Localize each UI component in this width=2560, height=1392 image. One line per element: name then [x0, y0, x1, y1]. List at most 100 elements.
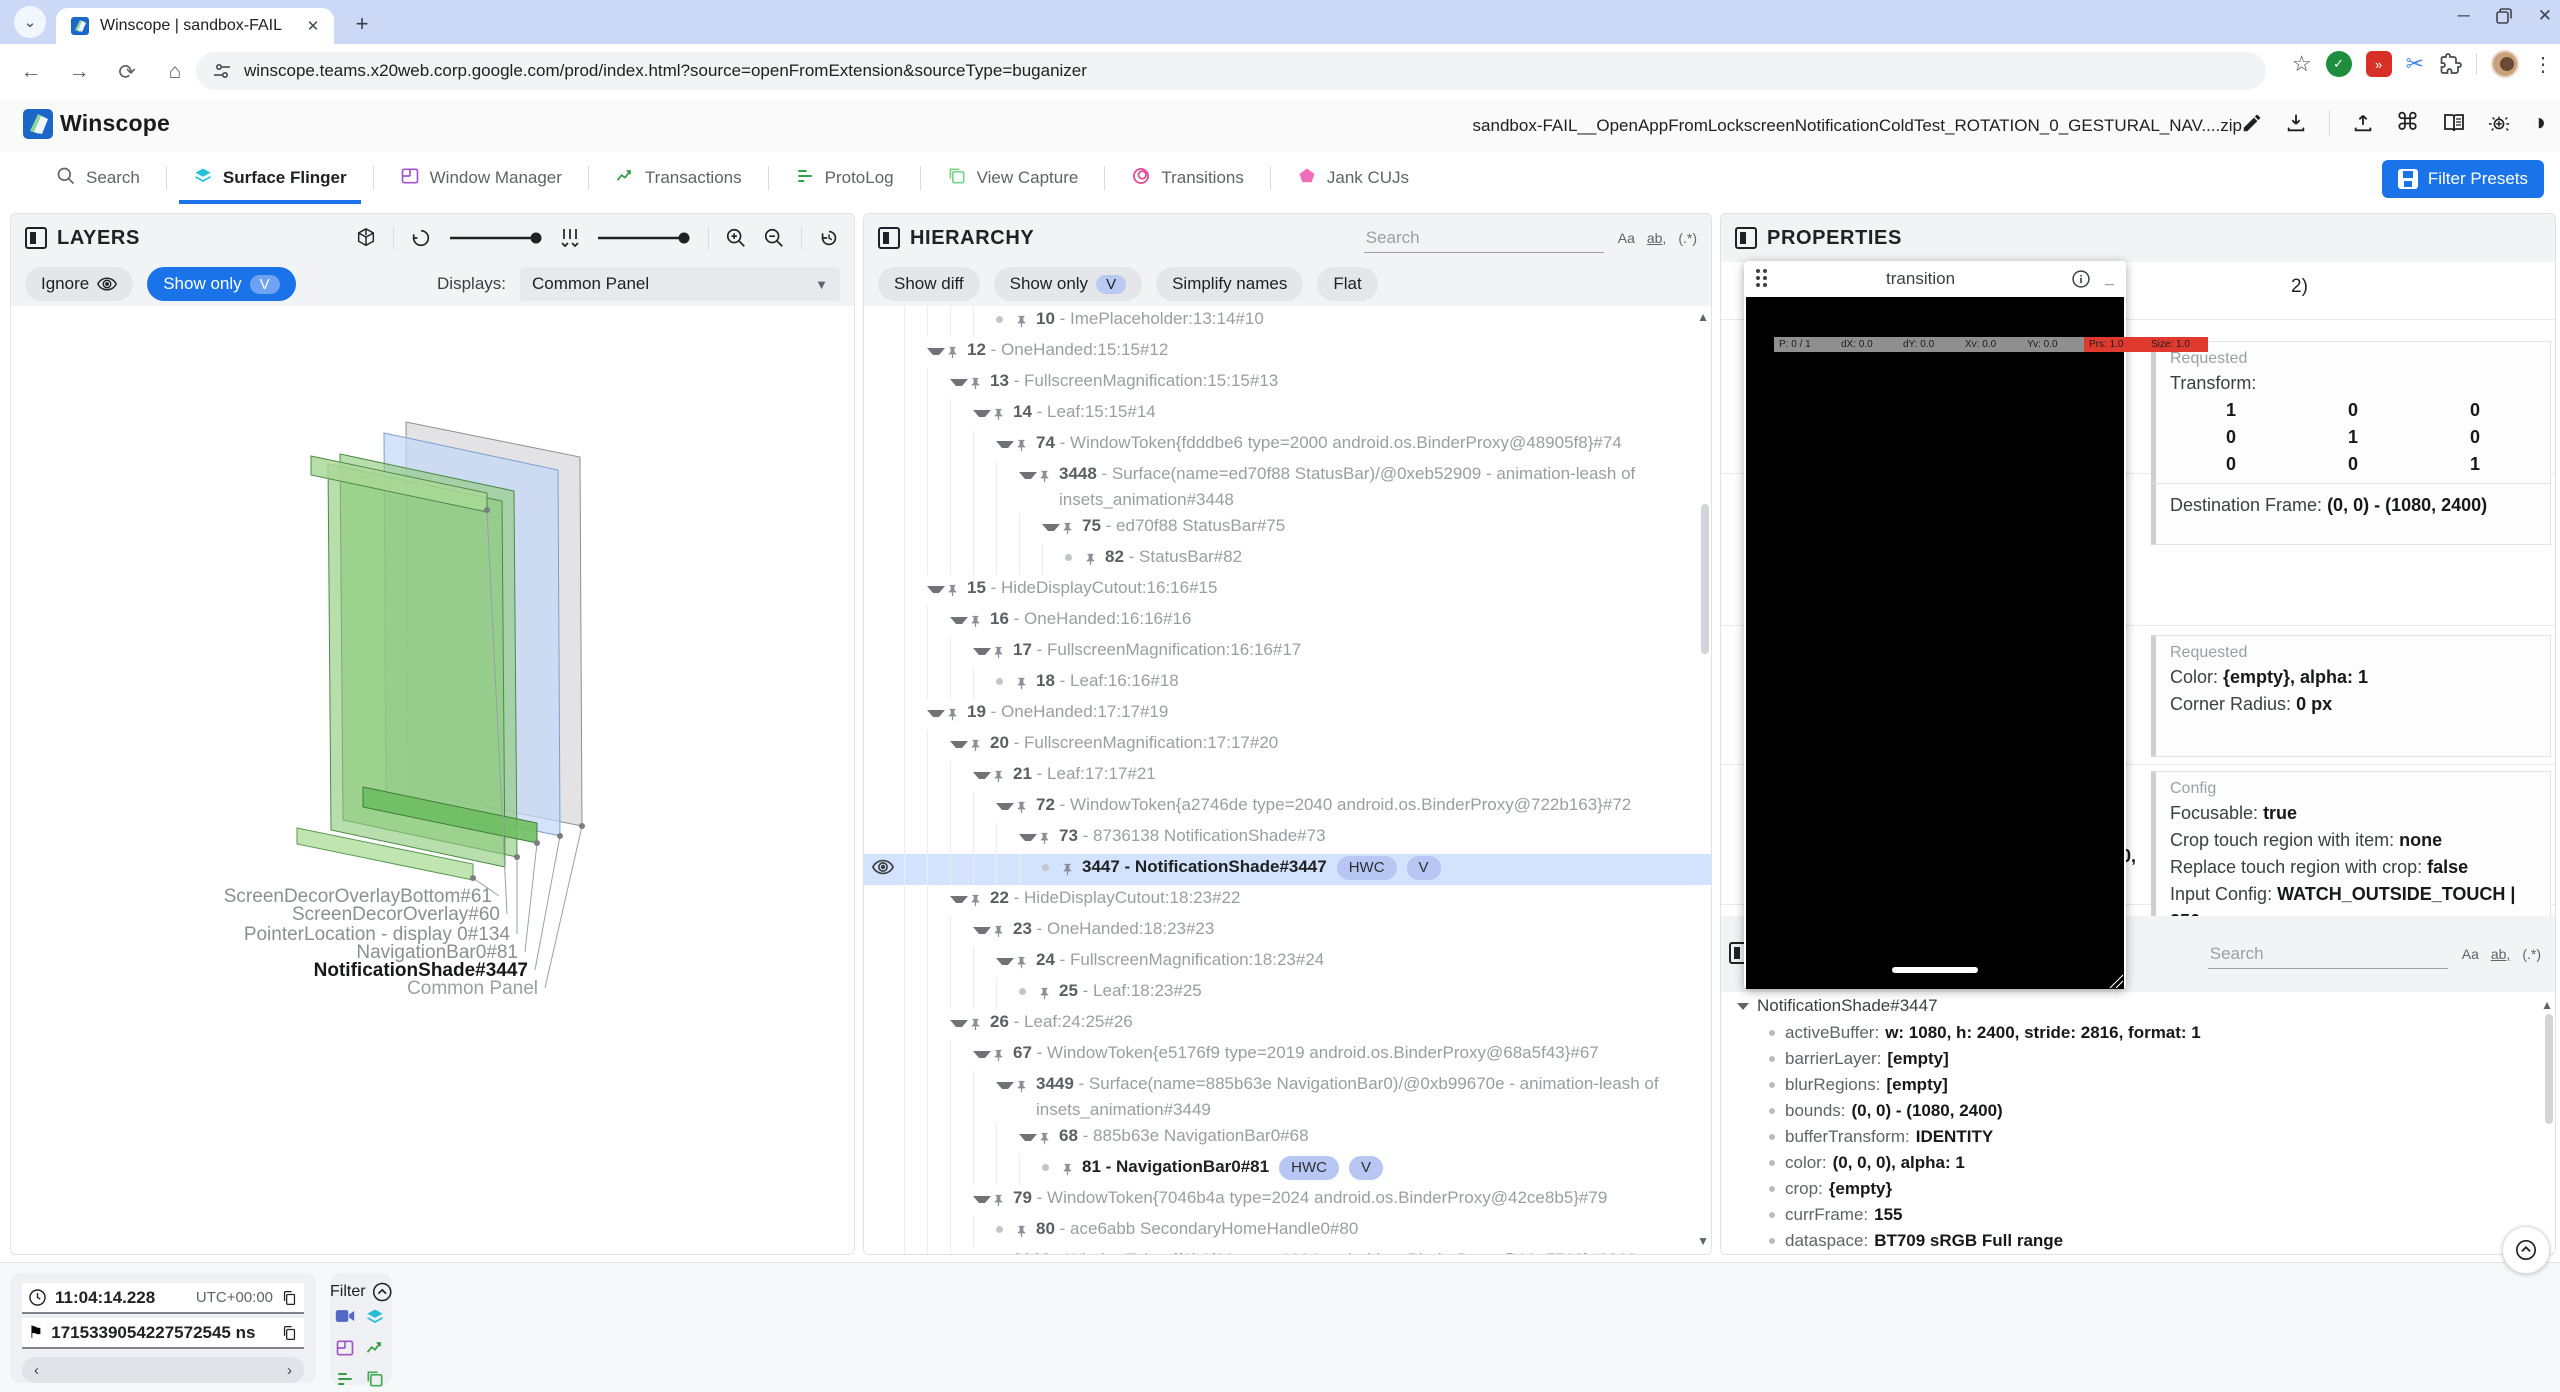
tree-row[interactable]: 3447 - NotificationShade#3447HWCV	[864, 854, 1711, 885]
expand-arrow-icon[interactable]	[973, 648, 991, 655]
tab-search[interactable]: Search	[30, 152, 166, 204]
reload-icon[interactable]: ⟳	[110, 55, 144, 89]
tree-row[interactable]: 81 - NavigationBar0#81HWCV	[864, 1154, 1711, 1185]
match-word-icon[interactable]: ab,	[2491, 946, 2510, 962]
window-close-icon[interactable]: ✕	[2538, 6, 2552, 26]
next-frame-icon[interactable]: ›	[287, 1362, 292, 1379]
profile-avatar[interactable]	[2491, 50, 2519, 78]
current-time[interactable]: 11:04:14.228	[55, 1288, 155, 1308]
pin-icon[interactable]	[968, 890, 990, 916]
pin-icon[interactable]	[991, 1190, 1013, 1216]
pin-icon[interactable]	[1014, 673, 1036, 699]
tree-row[interactable]: 19 - OneHanded:17:17#19	[864, 699, 1711, 730]
property-row[interactable]: blurRegions:[empty]	[1721, 1072, 2555, 1098]
property-row[interactable]: color:(0, 0, 0), alpha: 1	[1721, 1150, 2555, 1176]
show-only-visible-button[interactable]: Show only V	[147, 267, 295, 301]
edit-icon[interactable]	[2241, 112, 2263, 134]
flat-button[interactable]: Flat	[1317, 267, 1377, 301]
minimize-overlay-icon[interactable]: _	[2105, 270, 2114, 288]
expand-arrow-icon[interactable]	[950, 1020, 968, 1027]
tree-row[interactable]: 74 - WindowToken{fdddbe6 type=2000 andro…	[864, 430, 1711, 461]
copy-ns-icon[interactable]	[281, 1324, 298, 1342]
expand-arrow-icon[interactable]	[927, 710, 945, 717]
pin-icon[interactable]	[968, 373, 990, 399]
expand-arrow-icon[interactable]	[1019, 834, 1037, 841]
extension-check-icon[interactable]: ✓	[2326, 51, 2352, 77]
tab-transactions[interactable]: Transactions	[589, 152, 768, 204]
property-row[interactable]: currFrame:155	[1721, 1202, 2555, 1228]
reset-view-icon[interactable]	[818, 227, 840, 249]
pin-icon[interactable]	[968, 611, 990, 637]
browser-tab[interactable]: Winscope | sandbox-FAIL ✕	[56, 8, 334, 44]
pin-icon[interactable]	[945, 342, 967, 368]
tree-row[interactable]: 14 - Leaf:15:15#14	[864, 399, 1711, 430]
pin-icon[interactable]	[1060, 859, 1082, 885]
tree-row[interactable]: 16 - OneHanded:16:16#16	[864, 606, 1711, 637]
pin-icon[interactable]	[991, 642, 1013, 668]
expand-arrow-icon[interactable]	[1019, 1134, 1037, 1141]
expand-arrow-icon[interactable]	[950, 896, 968, 903]
pin-icon[interactable]	[1037, 983, 1059, 1009]
window-restore-icon[interactable]	[2496, 8, 2512, 24]
tree-row[interactable]: 18 - Leaf:16:16#18	[864, 668, 1711, 699]
bookmark-star-icon[interactable]: ☆	[2292, 51, 2312, 77]
filter-trace-copy-icon[interactable]	[365, 1369, 387, 1392]
tree-row[interactable]: 3368 - WindowToken{f6b2f60 type=2024 and…	[864, 1247, 1711, 1254]
drag-handle-icon[interactable]	[1756, 269, 1770, 289]
spacing-slider-icon[interactable]	[560, 227, 580, 249]
url-bar[interactable]: winscope.teams.x20web.corp.google.com/pr…	[196, 52, 2266, 90]
ignore-button[interactable]: Ignore	[25, 267, 133, 301]
pin-icon[interactable]	[1014, 311, 1036, 337]
filter-trace-list-icon[interactable]	[335, 1369, 357, 1392]
tree-row[interactable]: 73 - 8736138 NotificationShade#73	[864, 823, 1711, 854]
pin-icon[interactable]	[991, 921, 1013, 947]
tree-row[interactable]: 17 - FullscreenMagnification:16:16#17	[864, 637, 1711, 668]
scroll-down-icon[interactable]: ▼	[1697, 1234, 1709, 1248]
extensions-puzzle-icon[interactable]	[2438, 52, 2462, 76]
expand-arrow-icon[interactable]	[950, 379, 968, 386]
expand-arrow-icon[interactable]	[973, 1051, 991, 1058]
pin-icon[interactable]	[945, 704, 967, 730]
collapse-properties-icon[interactable]	[1735, 227, 1757, 249]
show-diff-button[interactable]: Show diff	[878, 267, 980, 301]
rotation-slider[interactable]	[448, 227, 544, 249]
tree-row[interactable]: 25 - Leaf:18:23#25	[864, 978, 1711, 1009]
match-word-icon[interactable]: ab,	[1647, 230, 1666, 246]
expand-arrow-icon[interactable]	[927, 348, 945, 355]
filter-trace-window-icon[interactable]	[335, 1338, 357, 1363]
props-scroll-up-icon[interactable]: ▲	[2541, 998, 2553, 1012]
shortcuts-icon[interactable]: ⌘	[2396, 108, 2420, 137]
expand-arrow-icon[interactable]	[973, 772, 991, 779]
tab-view-capture[interactable]: View Capture	[921, 152, 1105, 204]
tab-surface-flinger[interactable]: Surface Flinger	[167, 152, 373, 204]
zoom-in-icon[interactable]	[725, 227, 747, 249]
filter-trace-layers-icon[interactable]	[365, 1307, 387, 1332]
tree-row[interactable]: 23 - OneHanded:18:23#23	[864, 916, 1711, 947]
info-icon[interactable]	[2071, 269, 2091, 289]
spacing-slider[interactable]	[596, 227, 692, 249]
property-row[interactable]: activeBuffer:w: 1080, h: 2400, stride: 2…	[1721, 1020, 2555, 1046]
pin-icon[interactable]	[1037, 828, 1059, 854]
match-case-icon[interactable]: Aa	[2462, 946, 2479, 962]
tab-protolog[interactable]: ProtoLog	[769, 152, 920, 204]
expand-arrow-icon[interactable]	[1042, 524, 1060, 531]
filter-presets-button[interactable]: Filter Presets	[2382, 160, 2544, 198]
pin-icon[interactable]	[1060, 518, 1082, 544]
tree-row[interactable]: 67 - WindowToken{e5176f9 type=2019 andro…	[864, 1040, 1711, 1071]
layer-label[interactable]: Common Panel	[407, 978, 538, 999]
tab-jank-cujs[interactable]: Jank CUJs	[1271, 152, 1435, 204]
pin-icon[interactable]	[968, 735, 990, 761]
simplify-names-button[interactable]: Simplify names	[1156, 267, 1303, 301]
show-only-v-button[interactable]: Show only V	[994, 267, 1142, 301]
expand-arrow-icon[interactable]	[996, 441, 1014, 448]
scroll-to-top-button[interactable]	[2502, 1226, 2550, 1274]
tree-row[interactable]: 13 - FullscreenMagnification:15:15#13	[864, 368, 1711, 399]
expand-arrow-icon[interactable]	[996, 1082, 1014, 1089]
layers-3d-canvas[interactable]: ScreenDecorOverlayBottom#61ScreenDecorOv…	[11, 306, 854, 1254]
pin-icon[interactable]	[1037, 1128, 1059, 1154]
pin-icon[interactable]	[991, 1252, 1013, 1254]
collapse-filter-icon[interactable]	[372, 1281, 392, 1303]
props-scrollbar[interactable]	[2545, 1014, 2553, 1124]
prev-frame-icon[interactable]: ‹	[34, 1362, 39, 1379]
expand-arrow-icon[interactable]	[973, 927, 991, 934]
